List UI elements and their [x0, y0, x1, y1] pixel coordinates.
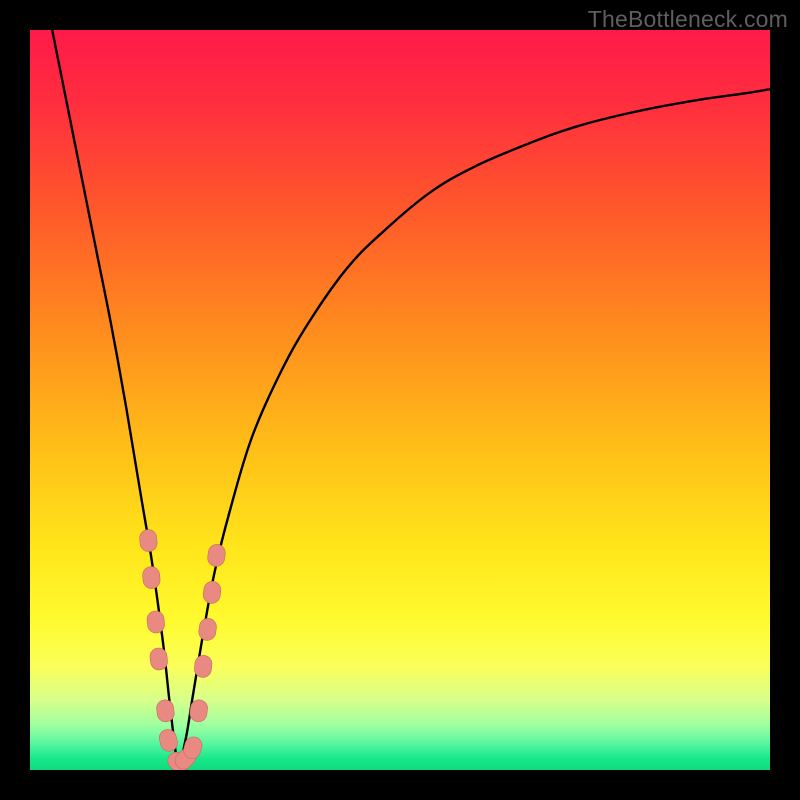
plot-area [30, 30, 770, 770]
marker-pill [202, 580, 222, 604]
marker-pill [142, 566, 161, 589]
marker-pill [198, 617, 218, 641]
marker-pill [207, 543, 227, 567]
marker-pill [156, 699, 175, 723]
chart-frame: TheBottleneck.com [0, 0, 800, 800]
watermark-text: TheBottleneck.com [588, 6, 788, 33]
marker-pill [149, 647, 168, 671]
marker-pill [139, 529, 158, 552]
curve-layer [30, 30, 770, 770]
marker-pill [194, 655, 213, 679]
marker-pill [146, 610, 165, 633]
